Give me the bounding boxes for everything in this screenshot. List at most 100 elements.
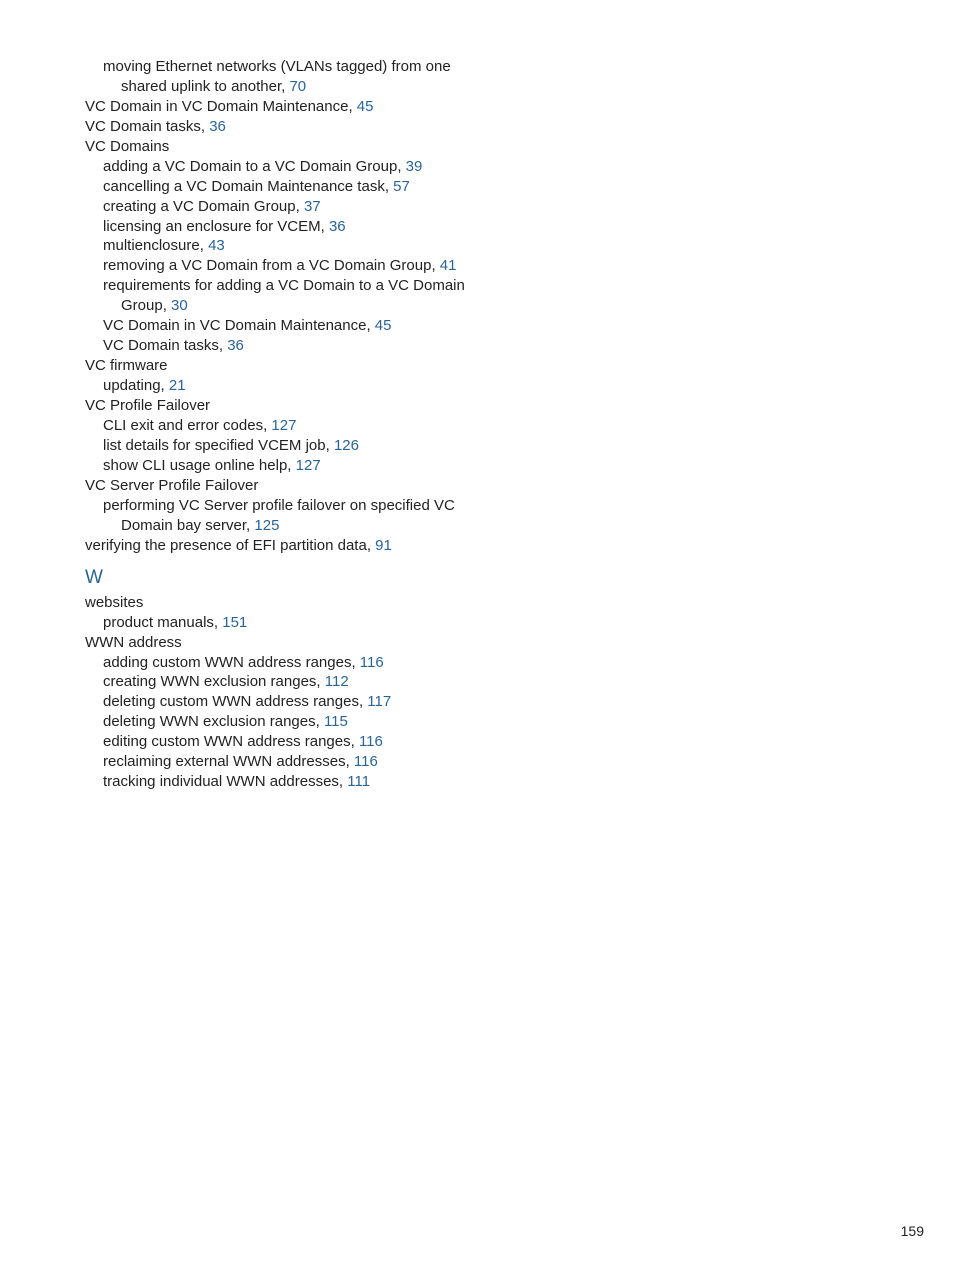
index-entry: VC Domains xyxy=(85,137,555,157)
page-link[interactable]: 43 xyxy=(208,237,225,254)
page-link[interactable]: 116 xyxy=(360,654,384,671)
page-link[interactable]: 57 xyxy=(393,178,410,195)
page-link[interactable]: 41 xyxy=(440,257,457,274)
index-entry-text: websites xyxy=(85,594,143,611)
page-link[interactable]: 45 xyxy=(375,317,392,334)
index-entry: moving Ethernet networks (VLANs tagged) … xyxy=(103,57,555,77)
index-entry: licensing an enclosure for VCEM, 36 xyxy=(103,217,555,237)
index-entry: deleting custom WWN address ranges, 117 xyxy=(103,692,555,712)
index-entry-text: verifying the presence of EFI partition … xyxy=(85,537,371,554)
index-entry-text: VC Domain in VC Domain Maintenance, xyxy=(103,317,371,334)
index-entry-text: Group, xyxy=(121,297,167,314)
index-entry: editing custom WWN address ranges, 116 xyxy=(103,732,555,752)
index-entry-text: updating, xyxy=(103,377,165,394)
page-link[interactable]: 21 xyxy=(169,377,186,394)
page-link[interactable]: 45 xyxy=(357,98,374,115)
index-entry-text: reclaiming external WWN addresses, xyxy=(103,753,350,770)
index-entry-text: VC Domains xyxy=(85,138,169,155)
index-entry: creating a VC Domain Group, 37 xyxy=(103,197,555,217)
index-entry-text: VC Profile Failover xyxy=(85,397,210,414)
index-entry: VC firmware xyxy=(85,356,555,376)
page-link[interactable]: 116 xyxy=(354,753,378,770)
page-link[interactable]: 36 xyxy=(227,337,244,354)
index-entry: product manuals, 151 xyxy=(103,613,555,633)
index-entry: cancelling a VC Domain Maintenance task,… xyxy=(103,177,555,197)
index-entry-text: VC Domain in VC Domain Maintenance, xyxy=(85,98,353,115)
index-entry: reclaiming external WWN addresses, 116 xyxy=(103,752,555,772)
index-entry-text: product manuals, xyxy=(103,614,218,631)
index-entry: VC Profile Failover xyxy=(85,396,555,416)
page-link[interactable]: 115 xyxy=(324,713,348,730)
index-entry-text: creating WWN exclusion ranges, xyxy=(103,673,321,690)
index-entry: deleting WWN exclusion ranges, 115 xyxy=(103,712,555,732)
index-entry: verifying the presence of EFI partition … xyxy=(85,536,555,556)
page-link[interactable]: 127 xyxy=(296,457,321,474)
index-page: moving Ethernet networks (VLANs tagged) … xyxy=(0,0,555,792)
index-entry-text: WWN address xyxy=(85,634,182,651)
index-entry-text: VC Server Profile Failover xyxy=(85,477,258,494)
page-number: 159 xyxy=(901,1222,924,1241)
index-entry: requirements for adding a VC Domain to a… xyxy=(103,276,555,296)
index-entry-text: shared uplink to another, xyxy=(121,78,285,95)
page-link[interactable]: 151 xyxy=(222,614,247,631)
index-entry: shared uplink to another, 70 xyxy=(121,77,555,97)
index-entry-text: deleting WWN exclusion ranges, xyxy=(103,713,320,730)
index-entry: tracking individual WWN addresses, 111 xyxy=(103,772,555,792)
index-entry-text: multienclosure, xyxy=(103,237,204,254)
index-entry-text: list details for specified VCEM job, xyxy=(103,437,330,454)
page-link[interactable]: 37 xyxy=(304,198,321,215)
page-link[interactable]: 91 xyxy=(375,537,392,554)
index-entry: CLI exit and error codes, 127 xyxy=(103,416,555,436)
index-entries-w: websitesproduct manuals, 151WWN addressa… xyxy=(85,593,555,792)
page-link[interactable]: 111 xyxy=(347,773,370,790)
index-entry-text: VC firmware xyxy=(85,357,168,374)
page-link[interactable]: 116 xyxy=(359,733,383,750)
section-heading-w: W xyxy=(85,565,555,590)
index-entry-text: requirements for adding a VC Domain to a… xyxy=(103,277,465,294)
index-entry-text: show CLI usage online help, xyxy=(103,457,291,474)
index-entry: Group, 30 xyxy=(121,296,555,316)
index-entry: websites xyxy=(85,593,555,613)
index-entry-text: removing a VC Domain from a VC Domain Gr… xyxy=(103,257,436,274)
index-entry: Domain bay server, 125 xyxy=(121,516,555,536)
index-entry: WWN address xyxy=(85,633,555,653)
index-entry-text: moving Ethernet networks (VLANs tagged) … xyxy=(103,58,451,75)
index-entry: list details for specified VCEM job, 126 xyxy=(103,436,555,456)
page-link[interactable]: 125 xyxy=(254,517,279,534)
index-entry: VC Domain in VC Domain Maintenance, 45 xyxy=(103,316,555,336)
index-entry-text: editing custom WWN address ranges, xyxy=(103,733,355,750)
index-entry-text: deleting custom WWN address ranges, xyxy=(103,693,363,710)
page-link[interactable]: 30 xyxy=(171,297,188,314)
index-entry: show CLI usage online help, 127 xyxy=(103,456,555,476)
index-entry-text: Domain bay server, xyxy=(121,517,250,534)
index-entry-text: adding a VC Domain to a VC Domain Group, xyxy=(103,158,401,175)
page-link[interactable]: 70 xyxy=(289,78,306,95)
index-entry-text: CLI exit and error codes, xyxy=(103,417,267,434)
index-entry-text: performing VC Server profile failover on… xyxy=(103,497,455,514)
index-entry: VC Domain in VC Domain Maintenance, 45 xyxy=(85,97,555,117)
index-entry-text: licensing an enclosure for VCEM, xyxy=(103,218,325,235)
index-entry: performing VC Server profile failover on… xyxy=(103,496,555,516)
page-link[interactable]: 126 xyxy=(334,437,359,454)
index-entry: adding custom WWN address ranges, 116 xyxy=(103,653,555,673)
page-link[interactable]: 39 xyxy=(406,158,423,175)
index-entries-v: moving Ethernet networks (VLANs tagged) … xyxy=(85,57,555,555)
index-entry-text: tracking individual WWN addresses, xyxy=(103,773,343,790)
index-entry-text: cancelling a VC Domain Maintenance task, xyxy=(103,178,389,195)
index-entry: updating, 21 xyxy=(103,376,555,396)
index-entry: VC Domain tasks, 36 xyxy=(103,336,555,356)
page-link[interactable]: 112 xyxy=(325,673,349,690)
index-entry: VC Domain tasks, 36 xyxy=(85,117,555,137)
index-entry-text: adding custom WWN address ranges, xyxy=(103,654,356,671)
page-link[interactable]: 127 xyxy=(271,417,296,434)
index-entry: VC Server Profile Failover xyxy=(85,476,555,496)
page-link[interactable]: 117 xyxy=(367,693,391,710)
page-link[interactable]: 36 xyxy=(209,118,226,135)
index-entry-text: VC Domain tasks, xyxy=(103,337,223,354)
index-entry: creating WWN exclusion ranges, 112 xyxy=(103,672,555,692)
page-link[interactable]: 36 xyxy=(329,218,346,235)
index-entry-text: creating a VC Domain Group, xyxy=(103,198,300,215)
index-entry: multienclosure, 43 xyxy=(103,236,555,256)
index-entry: adding a VC Domain to a VC Domain Group,… xyxy=(103,157,555,177)
index-entry-text: VC Domain tasks, xyxy=(85,118,205,135)
